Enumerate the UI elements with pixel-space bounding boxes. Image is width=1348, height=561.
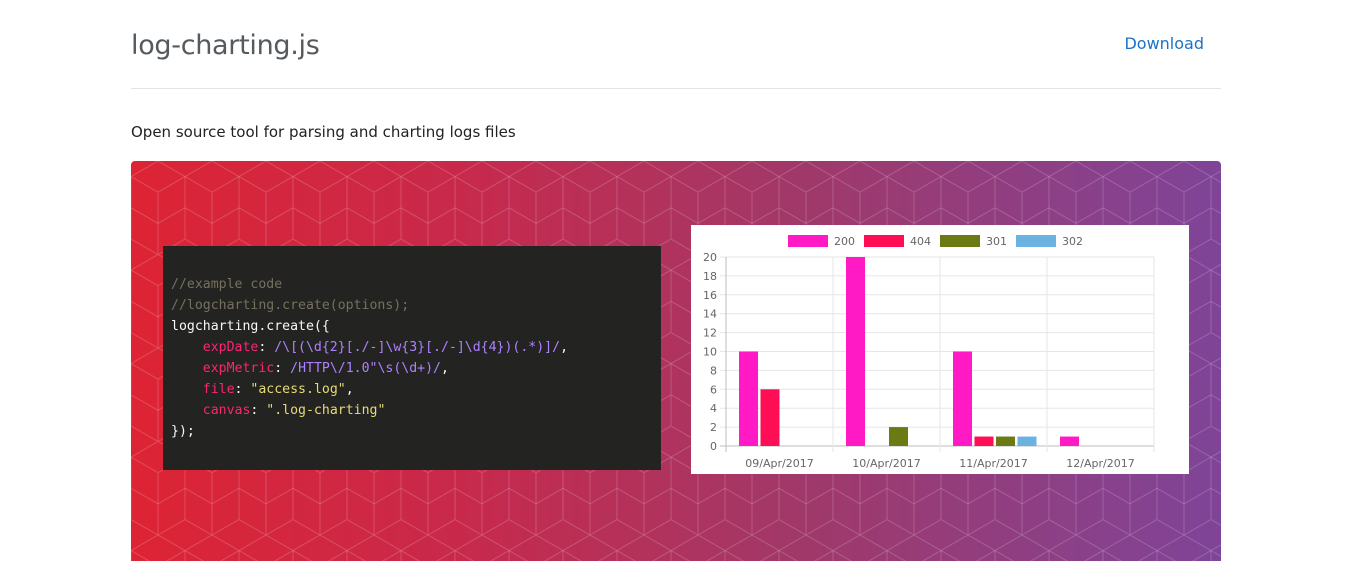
legend-swatch xyxy=(940,235,980,247)
code-call-open: logcharting.create({ xyxy=(171,319,330,334)
y-tick-label: 14 xyxy=(703,308,717,321)
code-comment: //logcharting.create(options); xyxy=(171,298,410,313)
legend-swatch xyxy=(864,235,904,247)
legend-label: 404 xyxy=(910,235,931,248)
code-block: //example code //logcharting.create(opti… xyxy=(171,277,569,439)
code-comment: //example code xyxy=(171,277,283,292)
code-key: file xyxy=(202,382,235,397)
bar xyxy=(846,257,865,446)
code-value: ".log-charting" xyxy=(266,403,386,418)
hero-banner: //example code //logcharting.create(opti… xyxy=(131,161,1221,561)
y-tick-label: 8 xyxy=(710,364,717,377)
tagline: Open source tool for parsing and chartin… xyxy=(131,123,516,141)
y-tick-label: 18 xyxy=(703,270,717,283)
site-header: log-charting.js Download xyxy=(131,0,1221,89)
x-tick-label: 10/Apr/2017 xyxy=(852,457,920,470)
bar xyxy=(974,436,994,446)
y-tick-label: 10 xyxy=(703,346,717,359)
code-call-close: }); xyxy=(171,424,195,439)
bar xyxy=(889,427,908,446)
legend-swatch xyxy=(788,235,828,247)
bar-chart: 0 2 4 6 8 10 12 14 16 18 20 09/Apr/2017 10/Apr/2017 1… xyxy=(703,235,1155,470)
chart-panel: 0 2 4 6 8 10 12 14 16 18 20 09/Apr/2017 10/Apr/2017 1… xyxy=(691,225,1189,474)
y-tick-label: 12 xyxy=(703,327,717,340)
bar xyxy=(1060,436,1079,446)
bar xyxy=(953,351,972,446)
x-tick-label: 09/Apr/2017 xyxy=(745,457,813,470)
y-tick-label: 16 xyxy=(703,289,717,302)
legend-swatch xyxy=(1016,235,1056,247)
y-tick-label: 4 xyxy=(710,402,717,415)
bar xyxy=(1017,436,1037,446)
code-value: "access.log" xyxy=(250,382,346,397)
bar xyxy=(739,351,758,446)
bar xyxy=(760,389,780,446)
x-tick-label: 12/Apr/2017 xyxy=(1066,457,1134,470)
site-title: log-charting.js xyxy=(131,30,320,61)
download-link[interactable]: Download xyxy=(1124,34,1204,53)
y-tick-label: 6 xyxy=(710,383,717,396)
y-tick-label: 2 xyxy=(710,421,717,434)
code-value: /HTTP\/1.0"\s(\d+)/ xyxy=(290,361,441,376)
bar xyxy=(996,436,1015,446)
y-tick-label: 20 xyxy=(703,251,717,264)
code-key: canvas xyxy=(202,403,251,418)
code-key: expDate xyxy=(202,340,259,355)
y-tick-label: 0 xyxy=(710,440,717,453)
legend-label: 200 xyxy=(834,235,855,248)
legend-label: 302 xyxy=(1062,235,1083,248)
code-value: /\[(\d{2}[./-]\w{3}[./-]\d{4})(.*)]/ xyxy=(274,340,561,355)
x-tick-label: 11/Apr/2017 xyxy=(959,457,1027,470)
legend-label: 301 xyxy=(986,235,1007,248)
code-key: expMetric xyxy=(202,361,275,376)
code-example: //example code //logcharting.create(opti… xyxy=(163,246,661,470)
